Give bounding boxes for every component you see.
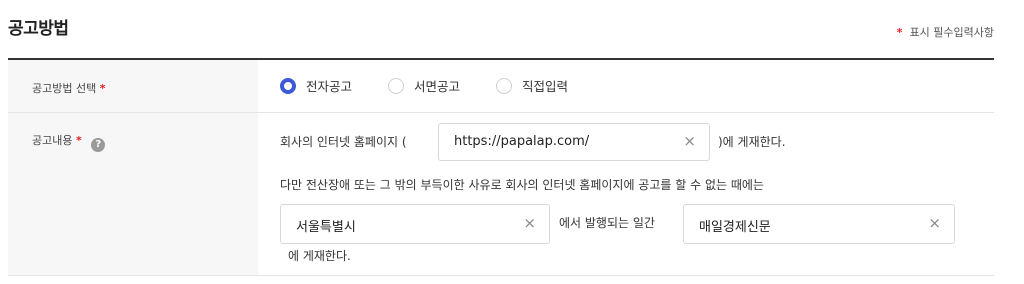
clear-icon[interactable]: × [928,214,941,232]
method-label-text: 공고방법 선택 [32,82,97,95]
required-mark: * [75,134,82,147]
content-label-text: 공고내용 [32,134,73,147]
newspaper-input[interactable]: 매일경제신문 × [683,204,955,244]
content-label-cell: 공고내용 * ? [8,113,258,275]
radio-direct-label[interactable]: 직접입력 [522,76,568,95]
line1-suffix: )에 게재한다. [718,135,786,149]
radio-electronic-label[interactable]: 전자공고 [306,76,352,95]
line4-text: 에 게재한다. [288,249,351,263]
homepage-url-input[interactable]: https://papalap.com/ × [438,123,710,161]
radio-electronic[interactable]: 전자공고 [280,76,352,95]
radio-unselected-icon[interactable] [388,77,405,94]
method-row: 공고방법 선택 * 전자공고 서면공고 직접입력 [8,60,994,113]
radio-selected-icon[interactable] [280,77,296,94]
radio-direct[interactable]: 직접입력 [496,76,568,95]
clear-icon[interactable]: × [683,132,696,150]
method-radio-group: 전자공고 서면공고 직접입력 [280,76,604,95]
section-title: 공고방법 [8,19,69,39]
homepage-url-value[interactable]: https://papalap.com/ [454,134,589,149]
line2-text: 다만 전산장애 또는 그 밖의 부득이한 사유로 회사의 인터넷 홈페이지에 공… [280,178,764,192]
required-mark: * [896,26,903,39]
region-input[interactable]: 서울특별시 × [280,204,550,244]
method-label-cell: 공고방법 선택 * [8,60,258,112]
content-row: 공고내용 * ? 회사의 인터넷 홈페이지 ( https://papalap.… [8,113,994,276]
radio-unselected-icon[interactable] [496,77,513,94]
newspaper-value[interactable]: 매일경제신문 [699,216,771,235]
required-note: * 표시 필수입력사항 [897,24,994,40]
radio-written[interactable]: 서면공고 [388,76,460,95]
method-label: 공고방법 선택 * [32,80,105,96]
content-label: 공고내용 * ? [32,132,106,152]
required-note-text: 표시 필수입력사항 [909,26,994,39]
help-icon[interactable]: ? [91,138,106,152]
line1-prefix: 회사의 인터넷 홈페이지 ( [280,135,407,149]
radio-written-label[interactable]: 서면공고 [414,76,460,95]
required-mark: * [99,82,106,95]
line3-mid-text: 에서 발행되는 일간 [559,216,655,230]
region-value[interactable]: 서울특별시 [296,216,356,235]
clear-icon[interactable]: × [523,214,536,232]
